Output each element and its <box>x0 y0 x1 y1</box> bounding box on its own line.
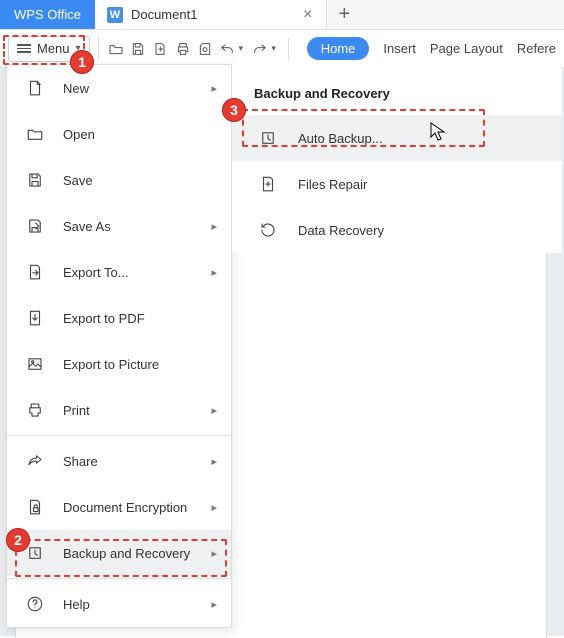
new-file-icon <box>25 78 45 98</box>
submenu-title: Backup and Recovery <box>232 64 562 115</box>
ribbon-tab-page-layout[interactable]: Page Layout <box>430 41 503 56</box>
chevron-right-icon: ▸ <box>211 220 217 233</box>
save-disk-icon <box>25 170 45 190</box>
data-recovery-icon <box>258 220 278 240</box>
new-tab-button[interactable]: + <box>327 0 361 29</box>
export-icon <box>25 262 45 282</box>
share-icon <box>25 451 45 471</box>
submenu-item-data-recovery[interactable]: Data Recovery <box>232 207 562 253</box>
open-icon[interactable] <box>106 38 124 60</box>
undo-dropdown-icon[interactable]: ▾ <box>238 43 243 54</box>
menu-item-encryption[interactable]: Document Encryption ▸ <box>7 484 231 530</box>
menu-separator <box>7 578 231 579</box>
redo-icon[interactable] <box>251 38 269 60</box>
print-icon[interactable] <box>173 38 191 60</box>
submenu-label: Files Repair <box>298 177 367 192</box>
chevron-right-icon: ▸ <box>211 547 217 560</box>
doc-type-icon: W <box>107 7 123 23</box>
export-pdf-icon <box>25 308 45 328</box>
menu-label: Share <box>63 454 98 469</box>
save-as-icon <box>25 216 45 236</box>
annotation-badge-3: 3 <box>222 98 246 122</box>
auto-backup-icon <box>258 128 278 148</box>
menu-label: Document Encryption <box>63 500 187 515</box>
document-tab[interactable]: W Document1 × <box>95 0 327 29</box>
hamburger-icon <box>17 44 31 53</box>
menu-label: Save <box>63 173 93 188</box>
menu-item-help[interactable]: Help ▸ <box>7 581 231 627</box>
ribbon-tab-home[interactable]: Home <box>307 37 370 60</box>
menu-item-save[interactable]: Save <box>7 157 231 203</box>
chevron-right-icon: ▸ <box>211 455 217 468</box>
menu-label: Print <box>63 403 90 418</box>
menu-item-new[interactable]: New ▸ <box>7 65 231 111</box>
backup-submenu-panel: Backup and Recovery Auto Backup... Files… <box>232 64 562 253</box>
files-repair-icon <box>258 174 278 194</box>
annotation-badge-1: 1 <box>70 50 94 74</box>
title-bar: WPS Office W Document1 × + <box>0 0 564 30</box>
save-icon[interactable] <box>129 38 147 60</box>
print-icon <box>25 400 45 420</box>
open-folder-icon <box>25 124 45 144</box>
submenu-item-files-repair[interactable]: Files Repair <box>232 161 562 207</box>
divider <box>288 38 289 60</box>
submenu-label: Data Recovery <box>298 223 384 238</box>
chevron-right-icon: ▸ <box>211 598 217 611</box>
menu-label: Backup and Recovery <box>63 546 190 561</box>
chevron-right-icon: ▸ <box>211 404 217 417</box>
menu-label: New <box>63 81 89 96</box>
divider <box>98 38 99 60</box>
output-icon[interactable] <box>151 38 169 60</box>
chevron-right-icon: ▸ <box>211 501 217 514</box>
menu-button-label: Menu <box>37 41 70 56</box>
menu-item-export-to[interactable]: Export To... ▸ <box>7 249 231 295</box>
ribbon-tab-insert[interactable]: Insert <box>383 41 416 56</box>
menu-item-export-pdf[interactable]: Export to PDF <box>7 295 231 341</box>
menu-item-save-as[interactable]: Save As ▸ <box>7 203 231 249</box>
ribbon-tabs: Home Insert Page Layout Refere <box>307 37 556 60</box>
app-badge: WPS Office <box>0 0 95 29</box>
export-picture-icon <box>25 354 45 374</box>
menu-label: Export to PDF <box>63 311 145 326</box>
lock-document-icon <box>25 497 45 517</box>
annotation-badge-2: 2 <box>6 528 30 552</box>
menu-item-backup-recovery[interactable]: Backup and Recovery ▸ <box>7 530 231 576</box>
menu-item-share[interactable]: Share ▸ <box>7 438 231 484</box>
ribbon-tab-references[interactable]: Refere <box>517 41 556 56</box>
chevron-right-icon: ▸ <box>211 266 217 279</box>
menu-separator <box>7 435 231 436</box>
menu-label: Export to Picture <box>63 357 159 372</box>
main-menu-panel: New ▸ Open Save Save As ▸ Export To... ▸… <box>6 64 232 628</box>
submenu-label: Auto Backup... <box>298 131 383 146</box>
menu-item-print[interactable]: Print ▸ <box>7 387 231 433</box>
undo-icon[interactable] <box>218 38 236 60</box>
menu-label: Export To... <box>63 265 129 280</box>
menu-item-export-picture[interactable]: Export to Picture <box>7 341 231 387</box>
menu-label: Open <box>63 127 95 142</box>
menu-label: Save As <box>63 219 111 234</box>
preview-icon[interactable] <box>196 38 214 60</box>
help-icon <box>25 594 45 614</box>
chevron-right-icon: ▸ <box>211 82 217 95</box>
close-tab-icon[interactable]: × <box>299 6 316 24</box>
document-title: Document1 <box>131 7 291 22</box>
mouse-cursor-icon <box>430 122 446 145</box>
menu-item-open[interactable]: Open <box>7 111 231 157</box>
submenu-item-auto-backup[interactable]: Auto Backup... <box>232 115 562 161</box>
menu-label: Help <box>63 597 90 612</box>
redo-dropdown-icon[interactable]: ▾ <box>271 43 276 54</box>
